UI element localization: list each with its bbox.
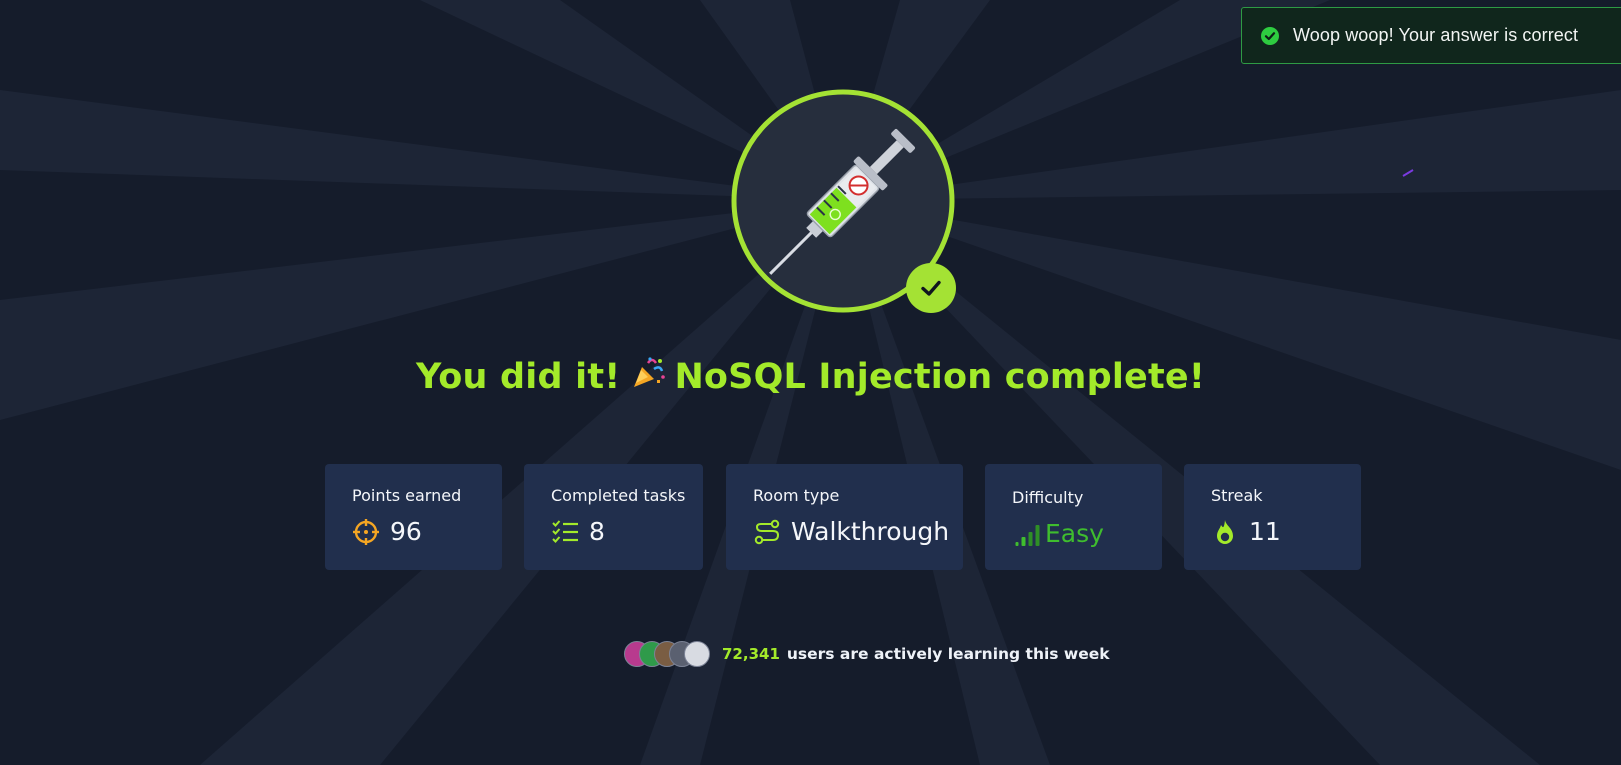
crosshair-icon: [353, 518, 379, 545]
title-suffix: NoSQL Injection complete!: [674, 357, 1206, 397]
stat-value: Walkthrough: [791, 517, 950, 546]
checklist-icon: [552, 519, 578, 543]
active-users-count: 72,341: [722, 645, 780, 663]
toast-message: Woop woop! Your answer is correct: [1293, 25, 1579, 45]
active-learners-row: 72,341 users are actively learning this …: [624, 641, 1110, 667]
active-users-text: users are actively learning this week: [786, 645, 1110, 663]
stat-card-completed-tasks: Completed tasks 8: [524, 464, 703, 570]
stat-value: 96: [390, 517, 422, 546]
completion-title: You did it! NoSQL Injection complete!: [0, 355, 1621, 400]
stat-value: 8: [589, 517, 605, 546]
stat-label: Completed tasks: [551, 486, 686, 505]
title-prefix: You did it!: [415, 357, 621, 397]
signal-bars-icon: [1015, 524, 1040, 546]
success-toast[interactable]: Woop woop! Your answer is correct: [1241, 7, 1621, 64]
stat-card-difficulty: Difficulty Easy: [985, 464, 1162, 570]
checkmark-icon: [921, 280, 941, 296]
route-icon: [754, 519, 780, 544]
party-popper-icon: [630, 355, 666, 400]
stat-value: 11: [1249, 517, 1281, 546]
stat-label: Points earned: [352, 486, 462, 505]
avatar: [684, 641, 710, 667]
sparkle-icon: [1402, 169, 1414, 177]
stat-card-room-type: Room type Walkthrough: [726, 464, 963, 570]
stat-label: Room type: [753, 486, 840, 505]
stat-label: Difficulty: [1012, 488, 1084, 507]
completed-check-badge: [906, 263, 956, 313]
stat-value: Easy: [1045, 519, 1104, 548]
stat-card-points: Points earned 96: [325, 464, 502, 570]
avatar-stack: [624, 641, 710, 667]
stat-card-streak: Streak 11: [1184, 464, 1361, 570]
stat-label: Streak: [1211, 486, 1263, 505]
flame-icon: [1217, 519, 1233, 544]
check-circle-icon: [1261, 26, 1279, 45]
